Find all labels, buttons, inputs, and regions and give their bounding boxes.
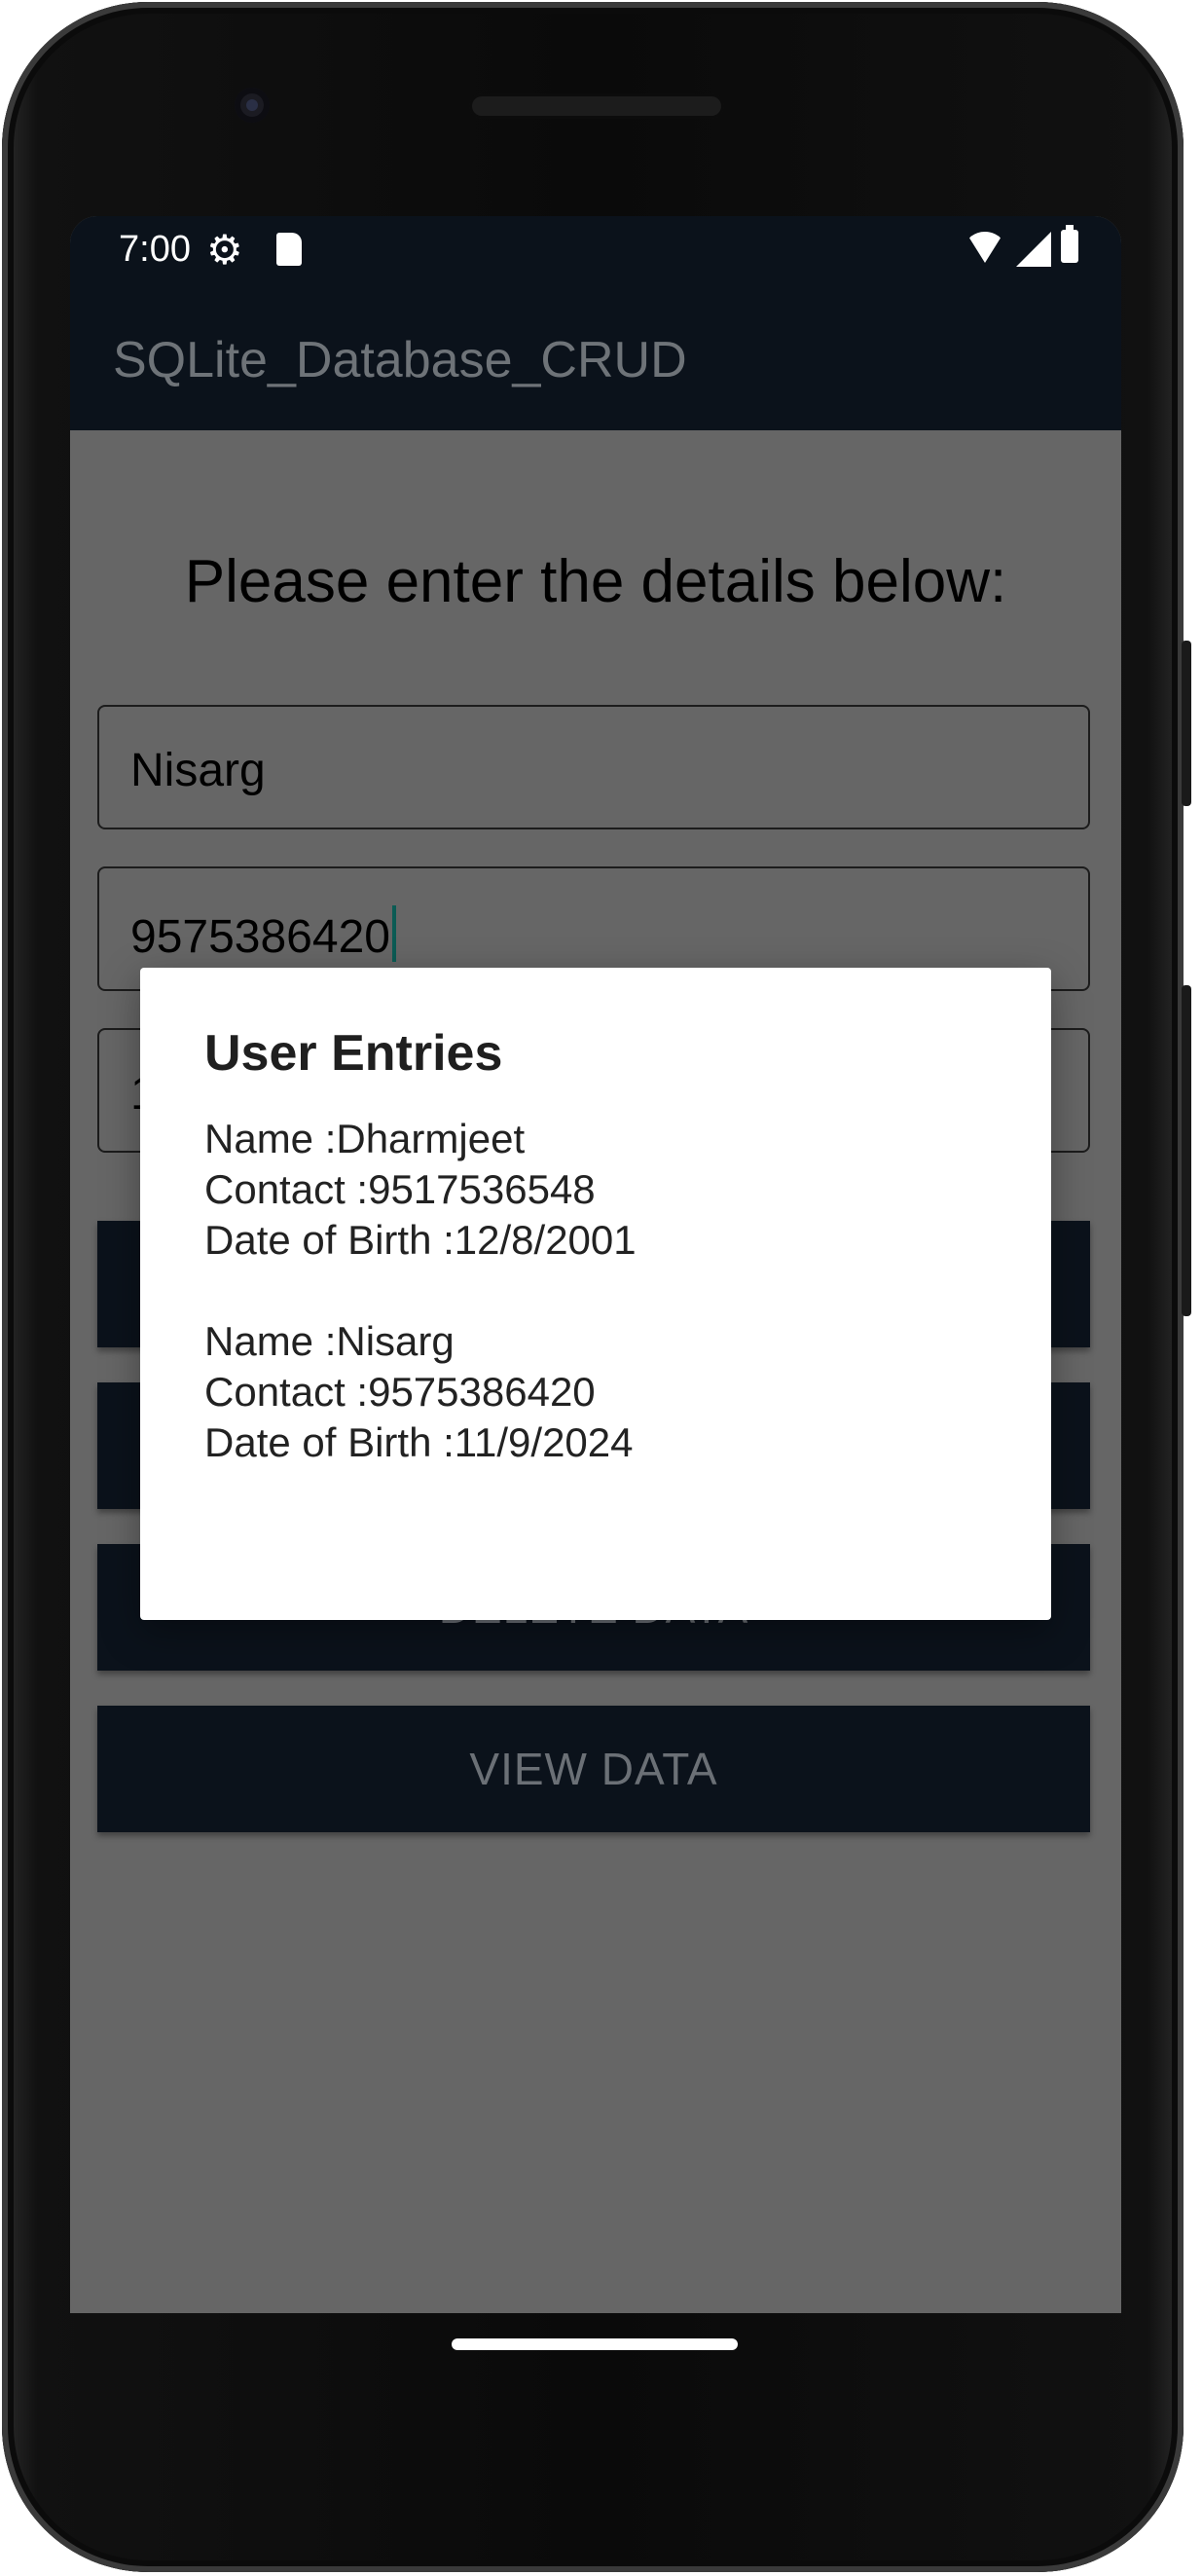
app-bar: SQLite_Database_CRUD <box>70 294 1121 430</box>
entry-dob: Date of Birth :12/8/2001 <box>204 1217 637 1263</box>
signal-icon <box>1016 232 1051 267</box>
status-bar: 7:00 ⚙ <box>70 216 1121 294</box>
wifi-icon <box>965 232 1004 263</box>
entry-name: Name :Dharmjeet <box>204 1116 526 1161</box>
name-field[interactable]: Nisarg <box>97 705 1090 829</box>
entry-contact: Contact :9575386420 <box>204 1369 596 1415</box>
front-camera <box>235 88 270 123</box>
phone-frame: 7:00 ⚙ SQLite_Database_CRUD Please enter… <box>2 2 1191 2572</box>
earpiece-speaker <box>469 93 724 119</box>
entry-contact: Contact :9517536548 <box>204 1166 596 1212</box>
settings-icon: ⚙ <box>206 227 243 273</box>
status-time: 7:00 <box>119 229 191 270</box>
home-gesture-bar[interactable] <box>452 2338 738 2350</box>
entry-name: Name :Nisarg <box>204 1318 455 1364</box>
app-title: SQLite_Database_CRUD <box>113 332 687 388</box>
power-button <box>1182 641 1191 806</box>
name-field-value: Nisarg <box>130 745 266 796</box>
user-entries-dialog: User Entries Name :Dharmjeet Contact :95… <box>140 968 1051 1620</box>
view-data-button[interactable]: VIEW DATA <box>97 1706 1090 1832</box>
screen: 7:00 ⚙ SQLite_Database_CRUD Please enter… <box>70 216 1121 2313</box>
form-heading: Please enter the details below: <box>184 548 1007 615</box>
text-cursor <box>391 905 396 962</box>
contact-field-value: 9575386420 <box>130 905 396 964</box>
entry-item: Name :Nisarg Contact :9575386420 Date of… <box>204 1316 637 1468</box>
dialog-body: Name :Dharmjeet Contact :9517536548 Date… <box>204 1114 637 1519</box>
battery-icon <box>1061 225 1078 263</box>
sd-card-icon <box>276 233 302 266</box>
dialog-title: User Entries <box>204 1025 503 1082</box>
entry-item: Name :Dharmjeet Contact :9517536548 Date… <box>204 1114 637 1266</box>
entry-dob: Date of Birth :11/9/2024 <box>204 1419 634 1465</box>
view-data-button-label: VIEW DATA <box>469 1744 718 1794</box>
volume-button <box>1182 985 1191 1316</box>
